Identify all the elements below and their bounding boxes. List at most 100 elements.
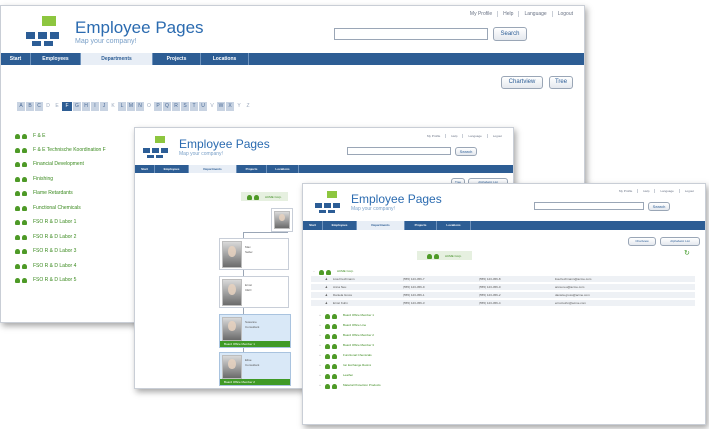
person-card-highlighted[interactable]: Susanne Consultant Board Office Member 1	[219, 314, 291, 348]
refresh-icon[interactable]: ↻	[684, 249, 690, 257]
nav-projects[interactable]: Projects	[405, 221, 437, 230]
letter-n[interactable]: N	[136, 102, 144, 111]
tree-department-row[interactable]: + Board Office Member 2	[311, 331, 695, 339]
nav-locations[interactable]: Locations	[201, 53, 249, 65]
help-link[interactable]: Help	[637, 189, 654, 193]
department-item[interactable]: FSO R & D Labor 1	[15, 218, 76, 225]
letter-g[interactable]: G	[73, 102, 81, 111]
nav-departments[interactable]: Departments	[189, 165, 237, 173]
letter-h[interactable]: H	[82, 102, 90, 111]
my-profile-link[interactable]: My Profile	[422, 134, 445, 138]
letter-r[interactable]: R	[172, 102, 180, 111]
tree-department-row[interactable]: + Material Protection Products	[311, 381, 695, 389]
nav-locations[interactable]: Locations	[437, 221, 471, 230]
brand-logo[interactable]: Employee Pages Map your company!	[315, 191, 442, 213]
letter-s[interactable]: S	[181, 102, 189, 111]
expand-icon[interactable]: +	[317, 333, 323, 337]
my-profile-link[interactable]: My Profile	[614, 189, 637, 193]
collapse-icon[interactable]: −	[311, 269, 317, 273]
nav-employees[interactable]: Employees	[323, 221, 357, 230]
search-input[interactable]	[334, 28, 488, 40]
nav-projects[interactable]: Projects	[237, 165, 267, 173]
language-link[interactable]: Language	[462, 134, 486, 138]
nav-departments[interactable]: Departments	[81, 53, 153, 65]
tree-department-row[interactable]: + Leather	[311, 371, 695, 379]
tree-button[interactable]: Tree	[549, 76, 573, 89]
nav-employees[interactable]: Employees	[31, 53, 81, 65]
alphabetic-list-button[interactable]: Alphabetic List	[660, 237, 700, 246]
letter-m[interactable]: M	[127, 102, 135, 111]
department-item[interactable]: FSO R & D Labor 5	[15, 276, 76, 283]
letter-t[interactable]: T	[190, 102, 198, 111]
expand-icon[interactable]: +	[317, 373, 323, 377]
tree-department-row[interactable]: + Ion Exchange Resins	[311, 361, 695, 369]
letter-c[interactable]: C	[35, 102, 43, 111]
org-root[interactable]: ACME Corp.	[417, 251, 472, 260]
org-root[interactable]: ACME Corp.	[241, 192, 288, 201]
search-input[interactable]	[347, 147, 451, 155]
my-profile-link[interactable]: My Profile	[465, 11, 497, 17]
nav-start[interactable]: Start	[1, 53, 31, 65]
search-button[interactable]: Search	[493, 27, 527, 41]
letter-p[interactable]: P	[154, 102, 162, 111]
department-item[interactable]: F & E	[15, 132, 46, 139]
brand-logo[interactable]: Employee Pages Map your company!	[26, 16, 204, 46]
search-button[interactable]: Search	[648, 202, 670, 211]
letter-f[interactable]: F	[62, 102, 72, 111]
chartview-button[interactable]: Chartview	[501, 76, 543, 89]
department-item[interactable]: Finishing	[15, 175, 53, 182]
department-item[interactable]: Functional Chemicals	[15, 204, 81, 211]
tree-department-row[interactable]: + Functional Chemicals	[311, 351, 695, 359]
department-item[interactable]: Flame Retardants	[15, 189, 73, 196]
expand-icon[interactable]: +	[317, 313, 323, 317]
tree-department-row[interactable]: + Board Office Member 3	[311, 341, 695, 349]
logout-link[interactable]: Logout	[486, 134, 507, 138]
letter-l[interactable]: L	[118, 102, 126, 111]
language-link[interactable]: Language	[654, 189, 678, 193]
letter-b[interactable]: B	[26, 102, 34, 111]
search-button[interactable]: Search	[455, 147, 477, 156]
language-link[interactable]: Language	[518, 11, 551, 17]
department-item[interactable]: FSO R & D Labor 4	[15, 262, 76, 269]
nav-projects[interactable]: Projects	[153, 53, 201, 65]
person-row[interactable]: ♟ Anna Neu (555) 123-456-9 (555) 123-456…	[311, 284, 695, 291]
letter-x[interactable]: X	[226, 102, 234, 111]
logout-link[interactable]: Logout	[678, 189, 699, 193]
help-link[interactable]: Help	[497, 11, 518, 17]
help-link[interactable]: Help	[445, 134, 462, 138]
person-card[interactable]: Max Seller	[219, 238, 289, 270]
letter-q[interactable]: Q	[163, 102, 171, 111]
tree-root-row[interactable]: − ACME Corp.	[311, 267, 695, 275]
person-card[interactable]: Ernst CEO	[219, 276, 289, 308]
department-item[interactable]: FSO R & D Labor 3	[15, 247, 76, 254]
chartview-button[interactable]: Chartview	[628, 237, 656, 246]
department-item[interactable]: F & E Technische Koordination F	[15, 146, 106, 153]
expand-icon[interactable]: +	[317, 323, 323, 327]
person-row[interactable]: ♟ Ernst Kuhn (555) 123-456-3 (555) 123-4…	[311, 300, 695, 307]
person-row[interactable]: ♟ Daniela Gross (555) 123-456-1 (555) 12…	[311, 292, 695, 299]
tree-department-row[interactable]: + Board Office Member 1	[311, 311, 695, 319]
person-row[interactable]: ♟ Lisa Frechmann (555) 123-456-7 (555) 1…	[311, 276, 695, 283]
logout-link[interactable]: Logout	[551, 11, 578, 17]
person-card-ceo[interactable]	[271, 208, 293, 232]
department-item[interactable]: FSO R & D Labor 2	[15, 233, 76, 240]
department-item[interactable]: Financial Development	[15, 160, 84, 167]
expand-icon[interactable]: +	[317, 383, 323, 387]
letter-u[interactable]: U	[199, 102, 207, 111]
nav-employees[interactable]: Employees	[155, 165, 189, 173]
expand-icon[interactable]: +	[317, 353, 323, 357]
tree-department-row[interactable]: + Board Office Line	[311, 321, 695, 329]
nav-locations[interactable]: Locations	[267, 165, 299, 173]
nav-start[interactable]: Start	[303, 221, 323, 230]
expand-icon[interactable]: +	[317, 343, 323, 347]
search-input[interactable]	[534, 202, 644, 210]
letter-a[interactable]: A	[17, 102, 25, 111]
brand-logo[interactable]: Employee Pages Map your company!	[143, 136, 270, 158]
nav-start[interactable]: Start	[135, 165, 155, 173]
letter-w[interactable]: W	[217, 102, 225, 111]
letter-j[interactable]: J	[100, 102, 108, 111]
person-card-highlighted[interactable]: Elise Consultant Board Office Member 2	[219, 352, 291, 386]
expand-icon[interactable]: +	[317, 363, 323, 367]
letter-i[interactable]: I	[91, 102, 99, 111]
nav-departments[interactable]: Departments	[357, 221, 405, 230]
